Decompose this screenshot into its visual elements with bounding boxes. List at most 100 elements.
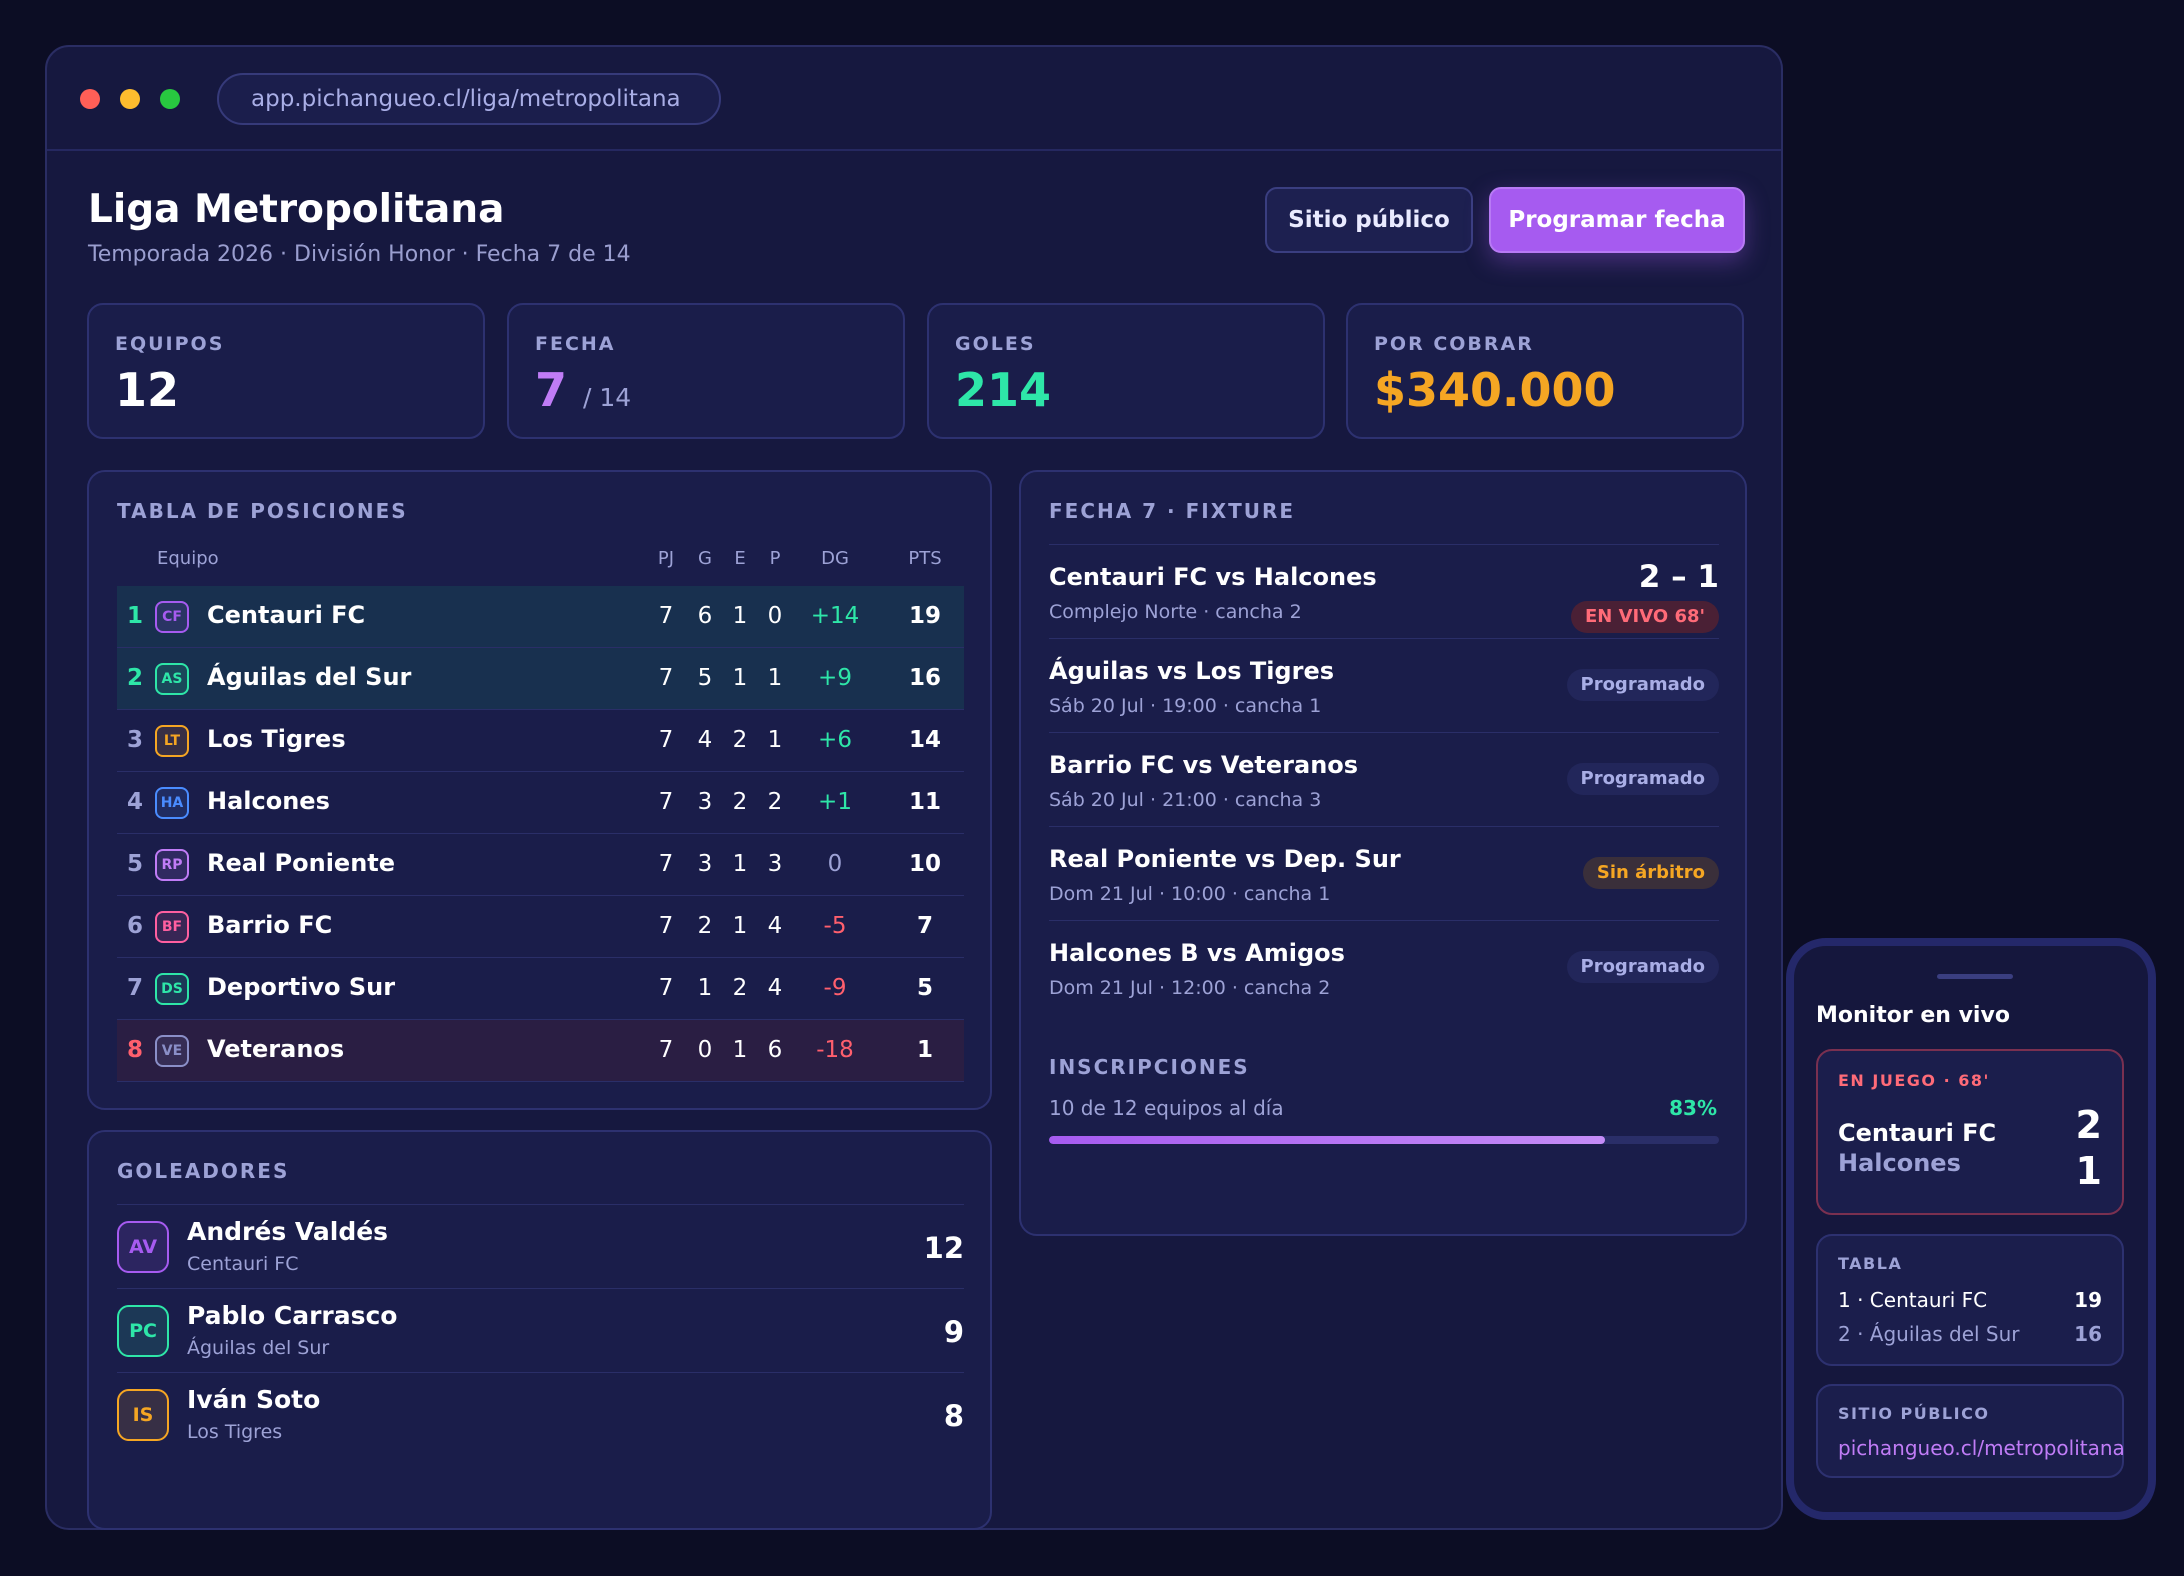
stat-pj: 7 (658, 851, 674, 877)
stat-e: 1 (732, 851, 748, 877)
points: 16 (908, 665, 941, 691)
close-window-button[interactable] (80, 89, 100, 109)
match-teams: Centauri FC vs Halcones (1049, 563, 1377, 591)
away-score: 1 (2075, 1149, 2102, 1193)
team-badge: VE (155, 1035, 189, 1067)
stat-label: EQUIPOS (115, 333, 225, 355)
stat-card-match-day: FECHA 7 / 14 (507, 303, 905, 439)
match-details: Dom 21 Jul · 10:00 · cancha 1 (1049, 883, 1331, 905)
scorer-goals: 12 (923, 1231, 964, 1265)
team-name: Real Poniente (207, 849, 396, 877)
scorer-team: Centauri FC (187, 1253, 299, 1275)
stat-e: 2 (732, 789, 748, 815)
mini-table-label: TABLA (1838, 1254, 1903, 1273)
page-subtitle: Temporada 2026 · División Honor · Fecha … (88, 242, 631, 267)
fixture-row[interactable]: Centauri FC vs Halcones Complejo Norte · … (1049, 544, 1719, 638)
team-name: Los Tigres (207, 725, 346, 753)
fixture-row[interactable]: Halcones B vs Amigos Dom 21 Jul · 12:00 ·… (1049, 920, 1719, 1014)
avatar: AV (117, 1221, 169, 1273)
standings-row[interactable]: 3 LT Los Tigres 7 4 2 1 +6 14 (117, 710, 964, 772)
registrations-text: 10 de 12 equipos al día (1049, 1096, 1284, 1120)
goal-difference: -18 (816, 1037, 854, 1063)
team-name: Halcones (207, 787, 330, 815)
stat-e: 2 (732, 975, 748, 1001)
scorer-name: Andrés Valdés (187, 1217, 389, 1246)
standings-row[interactable]: 4 HA Halcones 7 3 2 2 +1 11 (117, 772, 964, 834)
scorer-row[interactable]: PC Pablo Carrasco Águilas del Sur 9 (117, 1288, 964, 1372)
points: 11 (908, 789, 941, 815)
standings-row[interactable]: 5 RP Real Poniente 7 3 1 3 0 10 (117, 834, 964, 896)
match-teams: Águilas vs Los Tigres (1049, 657, 1335, 685)
team-badge: AS (155, 663, 189, 695)
scorers-title: GOLEADORES (117, 1159, 290, 1183)
stat-label: POR COBRAR (1374, 333, 1534, 355)
stat-card-teams: EQUIPOS 12 (87, 303, 485, 439)
match-details: Dom 21 Jul · 12:00 · cancha 2 (1049, 977, 1331, 999)
standings-header: Equipo PJ G E P DG PTS (117, 544, 962, 576)
scorer-row[interactable]: AV Andrés Valdés Centauri FC 12 (117, 1204, 964, 1288)
stat-e: 2 (732, 727, 748, 753)
stat-card-receivables: POR COBRAR $340.000 (1346, 303, 1744, 439)
mini-table-points: 19 (2074, 1288, 2102, 1312)
mini-table-team: 2 · Águilas del Sur (1838, 1322, 2020, 1346)
header-p: P (769, 548, 781, 569)
mini-table-points: 16 (2074, 1322, 2102, 1346)
stat-p: 1 (767, 727, 783, 753)
stat-g: 1 (697, 975, 713, 1001)
points: 5 (916, 975, 933, 1001)
standings-row[interactable]: 8 VE Veteranos 7 0 1 6 -18 1 (117, 1020, 964, 1082)
standings-row[interactable]: 7 DS Deportivo Sur 7 1 2 4 -9 5 (117, 958, 964, 1020)
minimize-window-button[interactable] (120, 89, 140, 109)
schedule-match-day-button[interactable]: Programar fecha (1489, 187, 1745, 253)
mini-table-card[interactable]: TABLA 1 · Centauri FC 19 2 · Águilas del… (1816, 1234, 2124, 1366)
status-badge: EN VIVO 68' (1571, 601, 1719, 633)
standings-row[interactable]: 2 AS Águilas del Sur 7 5 1 1 +9 16 (117, 648, 964, 710)
goal-difference: -5 (823, 913, 847, 939)
position: 1 (126, 603, 143, 629)
goal-difference: +14 (810, 603, 860, 629)
position: 5 (126, 851, 143, 877)
registrations-progress-bar (1049, 1136, 1719, 1144)
match-details: Sáb 20 Jul · 21:00 · cancha 3 (1049, 789, 1322, 811)
public-site-button[interactable]: Sitio público (1265, 187, 1473, 253)
team-name: Veteranos (207, 1035, 345, 1063)
scorer-row[interactable]: IS Iván Soto Los Tigres 8 (117, 1372, 964, 1456)
standings-row[interactable]: 6 BF Barrio FC 7 2 1 4 -5 7 (117, 896, 964, 958)
stat-g: 6 (697, 603, 713, 629)
fixture-row[interactable]: Barrio FC vs Veteranos Sáb 20 Jul · 21:00… (1049, 732, 1719, 826)
live-match-card[interactable]: EN JUEGO · 68' Centauri FC Halcones 2 1 (1816, 1049, 2124, 1215)
phone-title: Monitor en vivo (1816, 1003, 2010, 1028)
team-badge: LT (155, 725, 189, 757)
stat-label: FECHA (535, 333, 616, 355)
standings-row[interactable]: 1 CF Centauri FC 7 6 1 0 +14 19 (117, 586, 964, 648)
position: 7 (126, 975, 143, 1001)
status-badge: Programado (1566, 951, 1719, 983)
stat-pj: 7 (658, 727, 674, 753)
away-team: Halcones (1838, 1149, 1961, 1177)
stat-e: 1 (732, 665, 748, 691)
scorer-team: Los Tigres (187, 1421, 283, 1443)
fixture-row[interactable]: Real Poniente vs Dep. Sur Dom 21 Jul · 10… (1049, 826, 1719, 920)
stat-g: 4 (697, 727, 713, 753)
live-label: EN JUEGO · 68' (1838, 1071, 1990, 1090)
stat-e: 1 (732, 1037, 748, 1063)
stat-pj: 7 (658, 913, 674, 939)
team-name: Águilas del Sur (207, 663, 412, 691)
status-badge: Sin árbitro (1582, 857, 1719, 889)
progress-fill (1049, 1136, 1606, 1144)
public-site-link[interactable]: pichangueo.cl/metropolitana (1838, 1436, 2125, 1460)
team-name: Barrio FC (207, 911, 333, 939)
avatar: IS (117, 1389, 169, 1441)
home-team: Centauri FC (1838, 1119, 1997, 1147)
url-bar[interactable]: app.pichangueo.cl/liga/metropolitana (217, 73, 721, 125)
position: 3 (126, 727, 143, 753)
team-name: Deportivo Sur (207, 973, 396, 1001)
header-pj: PJ (657, 548, 675, 569)
points: 1 (916, 1037, 933, 1063)
stat-e: 1 (732, 603, 748, 629)
maximize-window-button[interactable] (160, 89, 180, 109)
goal-difference: -9 (823, 975, 847, 1001)
fixture-row[interactable]: Águilas vs Los Tigres Sáb 20 Jul · 19:00 … (1049, 638, 1719, 732)
stat-g: 3 (697, 851, 713, 877)
mini-table-row: 2 · Águilas del Sur 16 (1838, 1322, 2102, 1346)
